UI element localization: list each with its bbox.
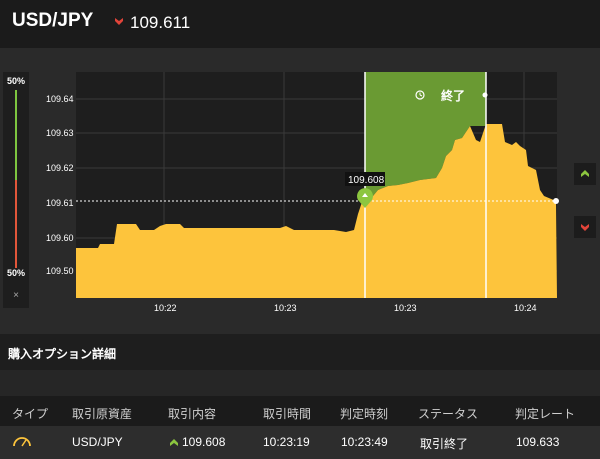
y-tick: 109.64 bbox=[46, 94, 74, 104]
col-trade-time: 取引時間 bbox=[263, 407, 312, 421]
spacer bbox=[0, 370, 600, 396]
close-icon[interactable]: × bbox=[3, 290, 29, 301]
row-judge-rate: 109.633 bbox=[516, 435, 560, 449]
col-asset: 取引原資産 bbox=[72, 407, 133, 421]
buy-down-button[interactable] bbox=[574, 216, 596, 238]
x-tick: 10:24 bbox=[514, 303, 537, 313]
row-trade-time: 10:23:19 bbox=[263, 435, 310, 449]
gauge-icon bbox=[13, 437, 31, 447]
col-status: ステータス bbox=[418, 407, 479, 421]
y-tick: 109.63 bbox=[46, 128, 74, 138]
x-tick: 10:23 bbox=[274, 303, 297, 313]
y-tick: 109.61 bbox=[46, 198, 74, 208]
col-type: タイプ bbox=[12, 407, 49, 421]
table-header: タイプ 取引原資産 取引内容 取引時間 判定時刻 ステータス 判定レート bbox=[0, 396, 600, 426]
y-tick: 109.50 bbox=[46, 266, 74, 276]
end-label: 終了 bbox=[441, 88, 465, 103]
row-judge-time: 10:23:49 bbox=[341, 435, 388, 449]
col-judge-rate: 判定レート bbox=[515, 407, 576, 421]
up-arrow-icon bbox=[581, 170, 589, 177]
latest-rate-dot bbox=[553, 198, 559, 204]
x-tick: 10:22 bbox=[154, 303, 177, 313]
buy-up-button[interactable] bbox=[574, 163, 596, 185]
gauge-up-bar bbox=[15, 90, 17, 180]
section-title: 購入オプション詳細 bbox=[8, 347, 117, 361]
row-asset: USD/JPY bbox=[72, 435, 123, 449]
row-content: 109.608 bbox=[182, 435, 226, 449]
gauge-down-bar bbox=[15, 180, 17, 268]
section-header: 購入オプション詳細 bbox=[0, 334, 600, 370]
down-arrow-icon bbox=[581, 224, 589, 231]
y-tick: 109.62 bbox=[46, 163, 74, 173]
y-tick: 109.60 bbox=[46, 233, 74, 243]
col-content: 取引内容 bbox=[168, 407, 217, 421]
x-tick: 10:23 bbox=[394, 303, 417, 313]
table-row[interactable]: USD/JPY 109.608 10:23:19 10:23:49 取引終了 1… bbox=[0, 426, 600, 459]
row-status: 取引終了 bbox=[420, 437, 469, 451]
sentiment-gauge: 50% 50% × bbox=[3, 72, 29, 308]
entry-rate-label: 109.608 bbox=[348, 175, 385, 186]
gauge-bottom-label: 50% bbox=[6, 268, 25, 278]
col-judge-time: 判定時刻 bbox=[340, 407, 389, 421]
up-arrow-icon bbox=[170, 439, 178, 446]
gauge-top-label: 50% bbox=[6, 76, 25, 86]
